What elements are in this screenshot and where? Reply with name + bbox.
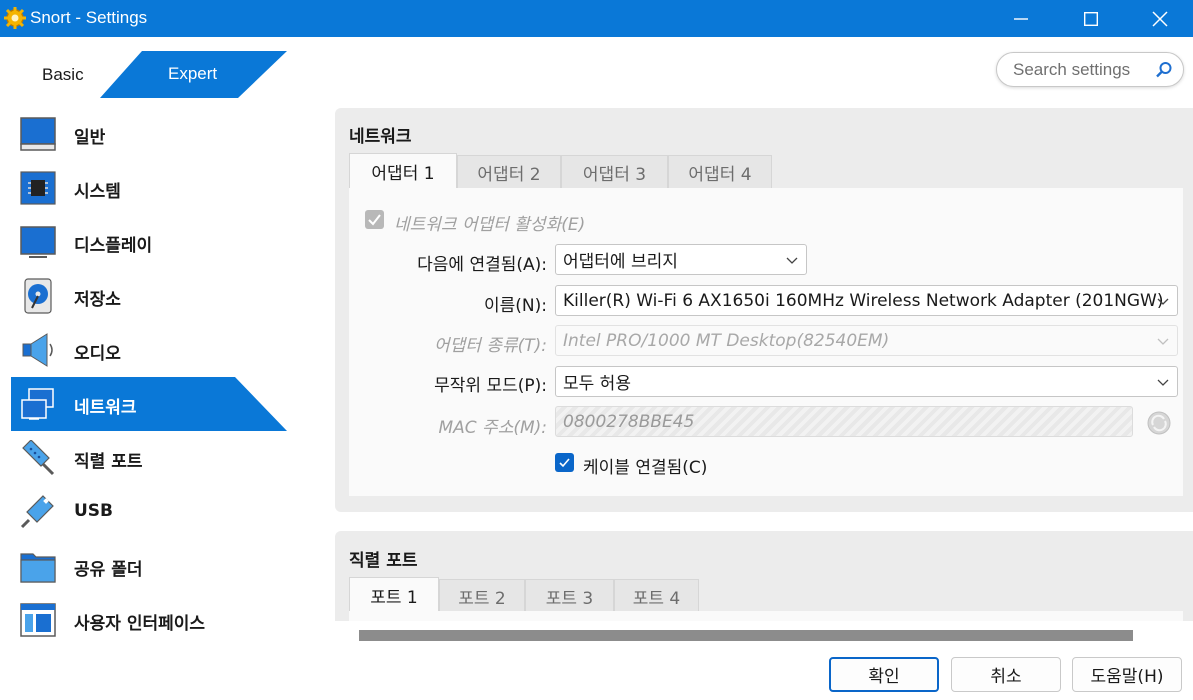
tab-port-1[interactable]: 포트 1 [349, 577, 439, 613]
close-icon [1151, 10, 1168, 27]
mac-address-value: 0800278BBE45 [563, 411, 695, 432]
sidebar-item-network[interactable]: 네트워크 [11, 377, 287, 431]
minimize-icon [1014, 17, 1028, 20]
adapter-tabs: 어댑터 1 어댑터 2 어댑터 3 어댑터 4 [349, 153, 772, 189]
sidebar-item-label: 시스템 [74, 182, 121, 202]
sidebar-item-label: 디스플레이 [74, 236, 153, 256]
chevron-down-icon [1157, 379, 1169, 386]
general-monitor-icon [20, 117, 56, 151]
tab-adapter-2[interactable]: 어댑터 2 [457, 155, 561, 189]
name-label: 이름(N): [484, 296, 547, 316]
tab-adapter-4[interactable]: 어댑터 4 [668, 155, 772, 189]
promiscuous-mode-value: 모두 허용 [563, 374, 631, 394]
mode-tab-expert[interactable]: Expert [100, 51, 287, 98]
chevron-down-icon [786, 257, 798, 264]
sidebar-item-label: 직렬 포트 [74, 452, 143, 472]
search-input[interactable] [1013, 60, 1153, 80]
title-bar: Snort - Settings [0, 0, 1193, 37]
port-panel [349, 611, 1183, 621]
sidebar-item-serial[interactable]: 직렬 포트 [11, 431, 287, 485]
mode-tab-basic-label: Basic [42, 64, 84, 84]
sidebar-item-label: USB [74, 501, 114, 521]
sidebar-item-audio[interactable]: 오디오 [11, 323, 287, 377]
speaker-icon [22, 333, 53, 367]
sidebar-item-label: 공유 폴더 [74, 560, 143, 580]
adapter-type-label: 어댑터 종류(T): [434, 336, 547, 356]
sidebar-item-general[interactable]: 일반 [11, 107, 287, 161]
storage-disk-icon [24, 278, 52, 314]
mac-address-field[interactable]: 0800278BBE45 [555, 406, 1133, 437]
sidebar-item-label: 일반 [74, 128, 106, 148]
sidebar-item-system[interactable]: 시스템 [11, 161, 287, 215]
display-icon [20, 226, 56, 258]
adapter-name-value: Killer(R) Wi-Fi 6 AX1650i 160MHz Wireles… [563, 290, 1164, 311]
search-icon [1156, 62, 1172, 78]
attached-to-value: 어댑터에 브리지 [563, 252, 678, 272]
network-group-title: 네트워크 [349, 127, 412, 147]
serial-cable-icon [22, 440, 55, 476]
network-icon [21, 388, 54, 420]
minimize-button[interactable] [986, 0, 1056, 37]
mode-tab-expert-label: Expert [168, 64, 218, 83]
folder-icon [20, 553, 56, 583]
adapter-name-select[interactable]: Killer(R) Wi-Fi 6 AX1650i 160MHz Wireles… [555, 285, 1178, 316]
checkmark-icon [368, 214, 381, 226]
sidebar-item-label: 사용자 인터페이스 [74, 614, 206, 634]
attached-to-select[interactable]: 어댑터에 브리지 [555, 244, 807, 275]
promiscuous-mode-select[interactable]: 모두 허용 [555, 366, 1178, 397]
search-box[interactable] [996, 52, 1184, 87]
enable-adapter-label: 네트워크 어댑터 활성화(E) [394, 215, 586, 235]
sidebar-item-shared-folder[interactable]: 공유 폴더 [11, 539, 287, 593]
chevron-down-icon [1157, 298, 1169, 305]
gear-sun-icon [4, 7, 26, 29]
sidebar-item-usb[interactable]: USB [11, 485, 287, 539]
window-ui-icon [20, 603, 56, 637]
sidebar-item-user-interface[interactable]: 사용자 인터페이스 [11, 593, 287, 647]
promiscuous-mode-label: 무작위 모드(P): [434, 376, 547, 396]
port-tabs: 포트 1 포트 2 포트 3 포트 4 [349, 577, 699, 613]
maximize-icon [1084, 11, 1098, 26]
sidebar-item-label: 네트워크 [74, 398, 137, 418]
adapter-type-select[interactable]: Intel PRO/1000 MT Desktop(82540EM) [555, 325, 1178, 356]
help-button[interactable]: 도움말(H) [1072, 657, 1182, 692]
attached-to-label: 다음에 연결됨(A): [417, 255, 547, 275]
window-title: Snort - Settings [30, 8, 148, 27]
adapter-type-value: Intel PRO/1000 MT Desktop(82540EM) [563, 330, 890, 351]
horizontal-scrollbar[interactable] [359, 630, 1133, 641]
sidebar-item-storage[interactable]: 저장소 [11, 269, 287, 323]
checkmark-icon [559, 458, 570, 468]
cancel-button[interactable]: 취소 [951, 657, 1061, 692]
tab-port-3[interactable]: 포트 3 [525, 579, 614, 613]
sidebar-item-label: 저장소 [74, 290, 121, 310]
tab-adapter-1[interactable]: 어댑터 1 [349, 153, 457, 189]
refresh-mac-icon[interactable] [1146, 410, 1172, 436]
chip-icon [20, 171, 56, 205]
serial-group-title: 직렬 포트 [349, 551, 418, 571]
maximize-button[interactable] [1056, 0, 1126, 37]
close-button[interactable] [1126, 0, 1193, 37]
tab-port-2[interactable]: 포트 2 [439, 579, 525, 613]
sidebar-item-label: 오디오 [74, 344, 121, 364]
tab-port-4[interactable]: 포트 4 [614, 579, 699, 613]
ok-button[interactable]: 확인 [829, 657, 939, 692]
cable-connected-checkbox[interactable] [555, 453, 574, 472]
enable-adapter-checkbox[interactable] [365, 210, 384, 229]
chevron-down-icon [1157, 338, 1169, 345]
mac-address-label: MAC 주소(M): [438, 418, 547, 438]
usb-icon [20, 495, 54, 529]
tab-adapter-3[interactable]: 어댑터 3 [561, 155, 668, 189]
sidebar-item-display[interactable]: 디스플레이 [11, 215, 287, 269]
cable-connected-label: 케이블 연결됨(C) [583, 458, 708, 478]
